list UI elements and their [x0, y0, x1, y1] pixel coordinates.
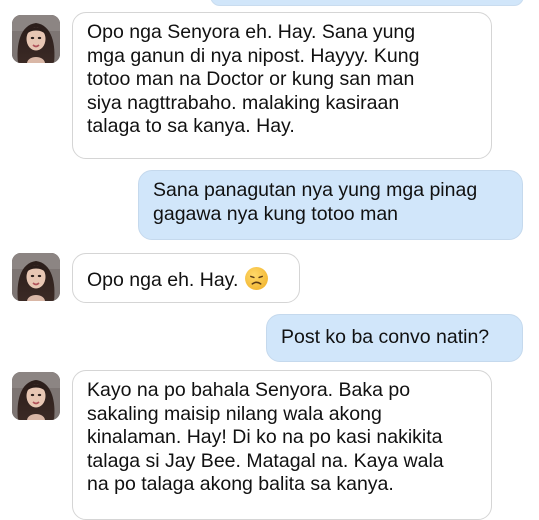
- outgoing-message-bubble: Post ko ba convo natin?: [266, 314, 523, 362]
- incoming-message-bubble: Kayo na po bahala Senyora. Baka po sakal…: [72, 370, 492, 520]
- message-line: talaga si Jay Bee. Matagal na. Kaya wala: [87, 449, 444, 472]
- message-line: mga ganun di nya nipost. Hayyy. Kung: [87, 44, 420, 67]
- outgoing-message-bubble: Sana panagutan nya yung mga pinag gagawa…: [138, 170, 523, 240]
- message-line: Kayo na po bahala Senyora. Baka po: [87, 379, 411, 401]
- avatar[interactable]: [12, 15, 60, 63]
- message-line: Opo nga Senyora eh. Hay. Sana yung: [87, 21, 416, 43]
- message-text: Opo nga eh. Hay.: [87, 269, 239, 291]
- message-line: sakaling maisip nilang wala akong: [87, 402, 382, 425]
- message-line: talaga to sa kanya. Hay.: [87, 115, 295, 138]
- message-line: kinalaman. Hay! Di ko na po kasi nakikit…: [87, 426, 443, 449]
- incoming-message-bubble: Opo nga eh. Hay.: [72, 253, 300, 303]
- avatar[interactable]: [12, 253, 60, 301]
- message-line: Post ko ba convo natin?: [281, 326, 490, 348]
- message-line: Sana panagutan nya yung mga pinag: [153, 179, 478, 201]
- avatar[interactable]: [12, 372, 60, 420]
- top-bubble-partial: [210, 0, 524, 6]
- message-line: na po talaga akong balita sa kanya.: [87, 473, 394, 496]
- message-line: gagawa nya kung totoo man: [153, 202, 399, 225]
- message-line: totoo man na Doctor or kung san man: [87, 68, 415, 91]
- incoming-message-bubble: Opo nga Senyora eh. Hay. Sana yung mga g…: [72, 12, 492, 159]
- disappointed-face-icon: [244, 266, 269, 298]
- message-line: Opo nga eh. Hay.: [87, 266, 287, 298]
- message-line: siya nagttrabaho. malaking kasiraan: [87, 91, 400, 114]
